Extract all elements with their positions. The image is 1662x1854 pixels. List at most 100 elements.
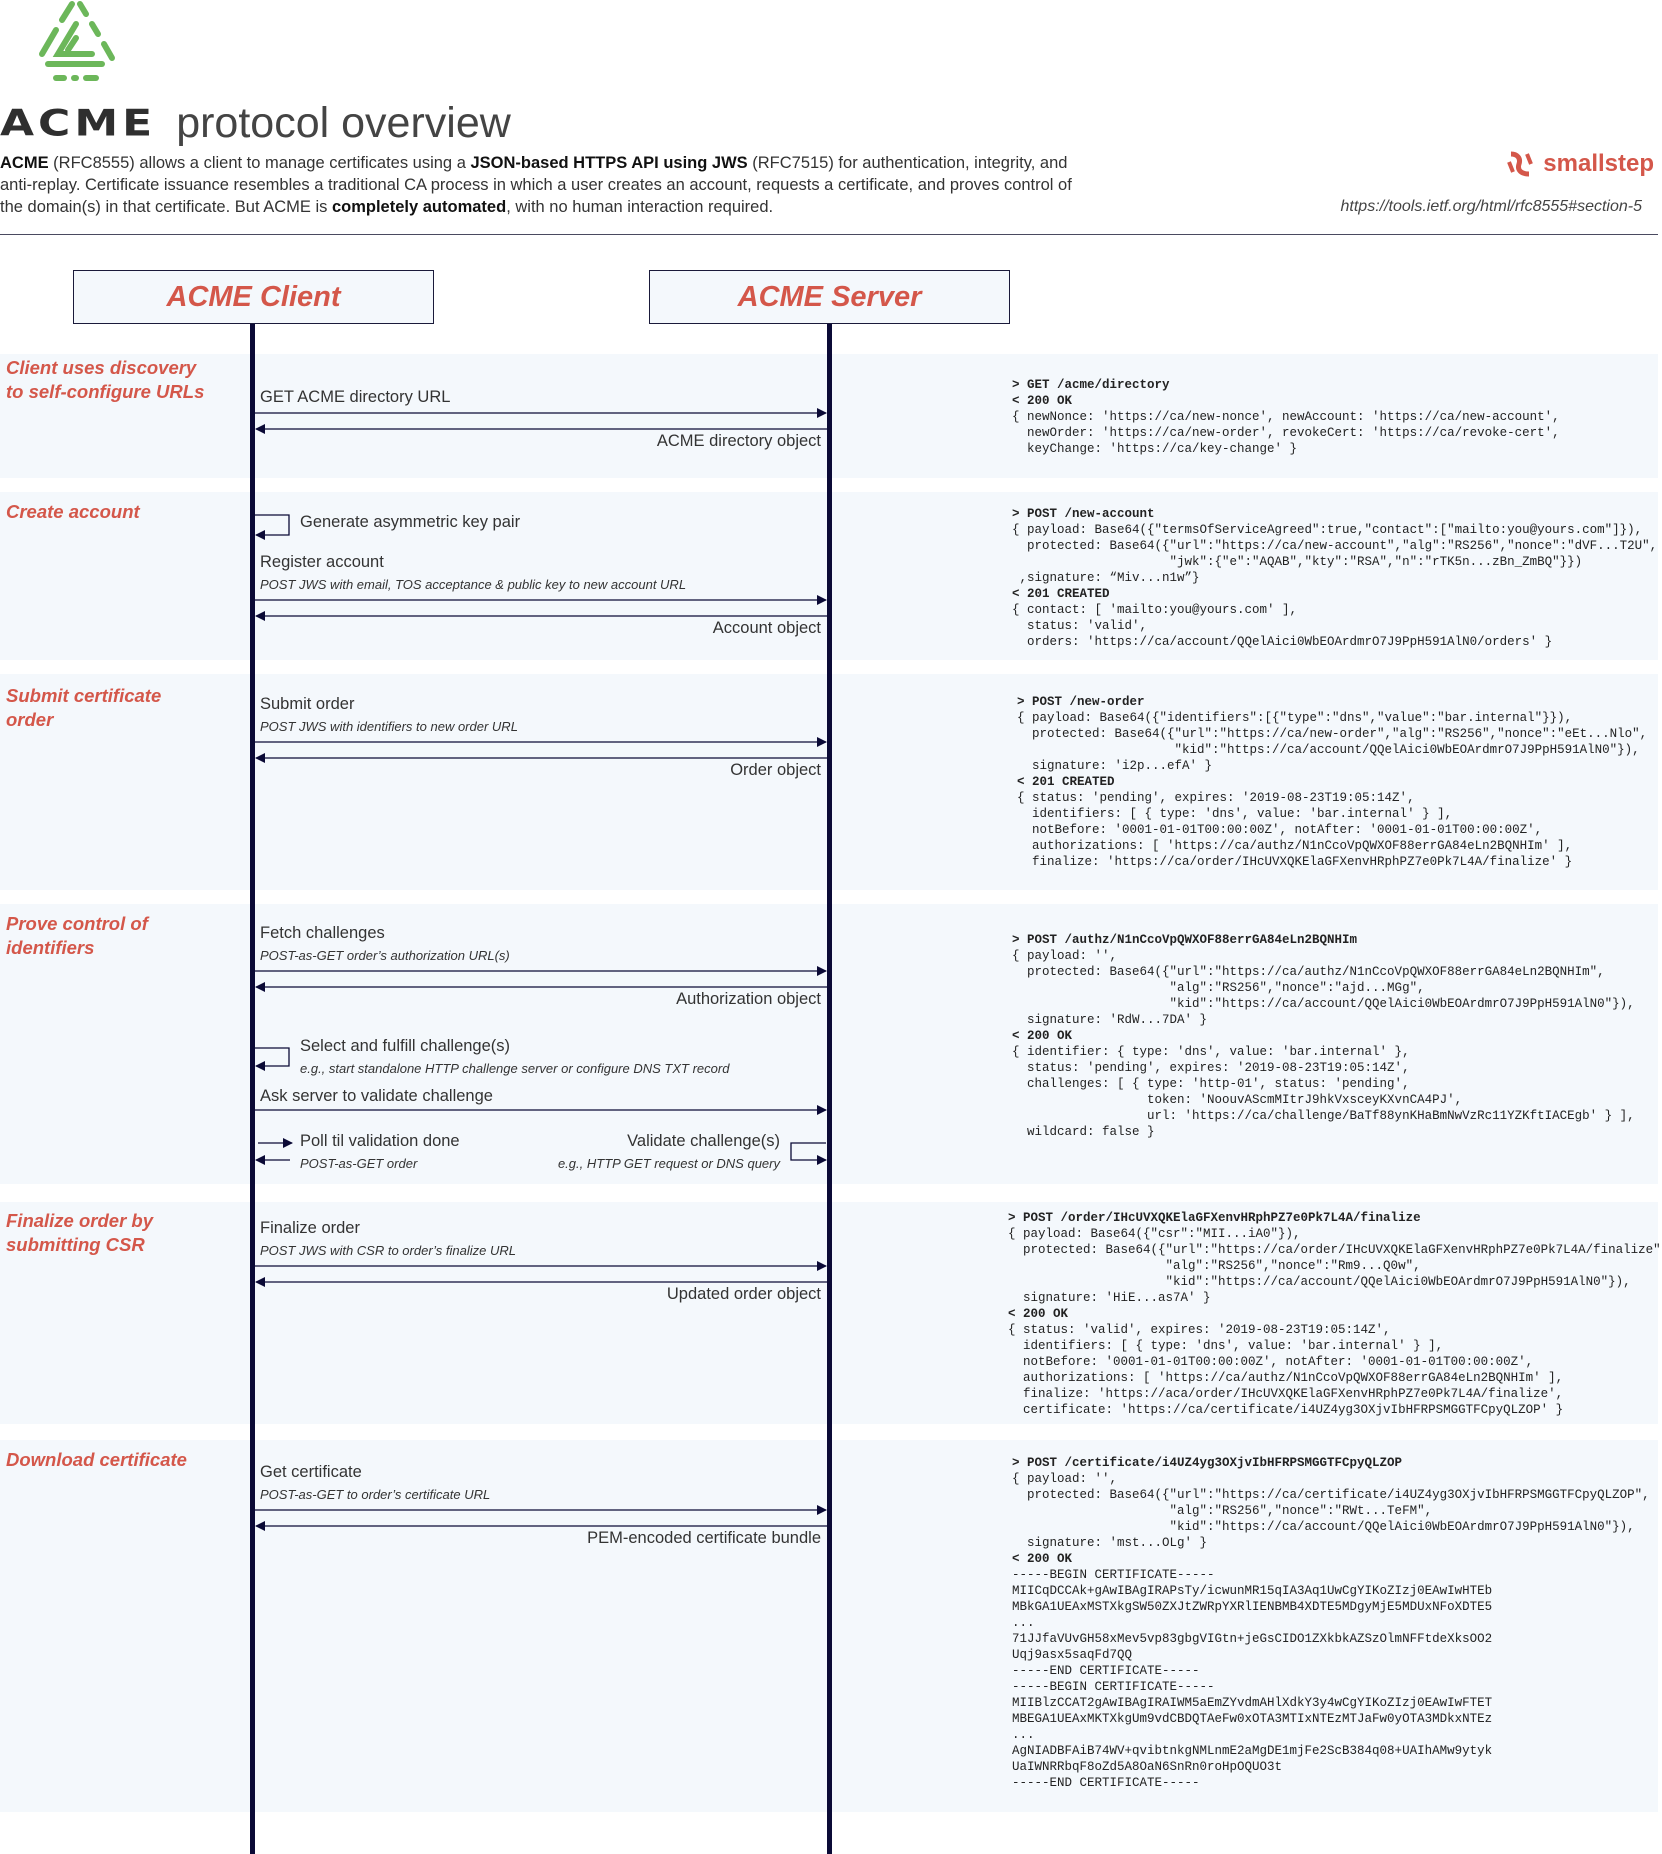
header-divider [0,234,1658,235]
code-line: -----BEGIN CERTIFICATE----- [1012,1568,1215,1582]
code-line: protected: Base64({"url":"https://ca/cer… [1012,1488,1650,1502]
msg-fetch-challenges-detail: POST-as-GET order’s authorization URL(s) [260,948,510,963]
code-line: certificate: 'https://ca/certificate/i4U… [1008,1403,1564,1417]
code-line: finalize: 'https://aca/order/IHcUVXQKEla… [1008,1387,1564,1401]
code-line: url: 'https://ca/challenge/BaTf88ynKHaBm… [1012,1109,1635,1123]
code-line: notBefore: '0001-01-01T00:00:00Z', notAf… [1017,823,1543,837]
msg-fulfill-challenge: Select and fulfill challenge(s) [300,1037,511,1055]
code-line: "kid":"https://ca/account/QQelAici0WbEOA… [1012,997,1635,1011]
code-line: { payload: '', [1012,1472,1118,1486]
code-line: authorizations: [ 'https://ca/authz/N1nC… [1008,1371,1564,1385]
msg-validate-challenges: Validate challenge(s) [627,1132,780,1150]
code-line: "alg":"RS256","nonce":"RWt...TeFM", [1012,1504,1433,1518]
msg-get-certificate: Get certificate [260,1463,362,1481]
code-line: UaIWNRRbqF8oZd5A8OaN6SnRn0roHpOQUO3t [1012,1760,1283,1774]
section-title-finalize: Finalize order by submitting CSR [6,1210,154,1255]
code-block-finalize: > POST /order/IHcUVXQKElaGFXenvHRphPZ7e0… [1008,1210,1662,1418]
title-acme-wordmark: ACME [0,102,157,144]
code-line: MBkGA1UEAxMSTXkgSW50ZXJtZWRpYXRlIENBMB4X… [1012,1600,1493,1614]
code-block-download: > POST /certificate/i4UZ4yg3OXjvIbHFRPSM… [1012,1455,1650,1791]
http-status-line: > POST /new-account [1012,507,1155,521]
msg-poll-validation-detail: POST-as-GET order [300,1156,418,1171]
intro-emphasis: completely automated [331,198,507,216]
msg-get-directory: GET ACME directory URL [260,388,451,406]
smallstep-logo-icon [1507,151,1534,177]
msg-fetch-challenges: Fetch challenges [260,924,385,942]
section-title-submit-order: Submit certificate order [6,685,162,730]
code-line: orders: 'https://ca/account/QQelAici0WbE… [1012,635,1553,649]
code-block-discovery: > GET /acme/directory < 200 OK { newNonce:… [1012,377,1560,457]
http-status-line: < 200 OK [1008,1307,1069,1321]
code-line: signature: 'RdW...7DA' } [1012,1013,1208,1027]
code-line: "kid":"https://ca/account/QQelAici0WbEOA… [1012,1520,1635,1534]
msg-finalize-order: Finalize order [260,1219,360,1237]
code-line: MIIBlzCCAT2gAwIBAgIRAIWM5aEmZYvdmAHlXdkY… [1012,1696,1493,1710]
code-line: protected: Base64({"url":"https://ca/new… [1017,727,1648,741]
code-line: MIICqDCCAk+gAwIBAgIRAPsTy/icwunMR15qIA3A… [1012,1584,1493,1598]
http-status-line: < 201 CREATED [1012,587,1110,601]
msg-validate-challenges-detail: e.g., HTTP GET request or DNS query [557,1156,780,1171]
code-line: AgNIADBFAiB74WV+qvibtnkgNMLnmE2aMgDE1mjF… [1012,1744,1493,1758]
reference-link[interactable]: https://tools.ietf.org/html/rfc8555#sect… [1341,198,1642,216]
intro-text: , with no human interaction required. [506,198,774,216]
section-title-create-account: Create account [6,501,140,522]
code-line: { payload: Base64({"termsOfServiceAgreed… [1012,523,1643,537]
code-line: -----END CERTIFICATE----- [1012,1776,1200,1790]
actor-acme-client: ACME Client [73,270,434,324]
intro-emphasis: ACME [0,154,49,172]
msg-fulfill-challenge-detail: e.g., start standalone HTTP challenge se… [300,1061,730,1076]
code-line: Uqj9asx5saqFd7QQ [1012,1648,1133,1662]
brand-name: smallstep [1543,150,1654,177]
msg-submit-order-detail: POST JWS with identifiers to new order U… [260,719,518,734]
code-line: -----BEGIN CERTIFICATE----- [1012,1680,1215,1694]
code-line: { payload: '', [1012,949,1118,963]
code-line: finalize: 'https://ca/order/IHcUVXQKElaG… [1017,855,1573,869]
acme-logo-icon [39,1,115,81]
actor-acme-server: ACME Server [649,270,1010,324]
msg-generate-key: Generate asymmetric key pair [300,513,521,531]
msg-authorization-object: Authorization object [676,990,821,1008]
section-title-download: Download certificate [6,1449,187,1470]
code-line: "alg":"RS256","nonce":"Rm9...Q0w", [1008,1259,1421,1273]
code-line: "jwk":{"e":"AQAB","kty":"RSA","n":"rTK5n… [1012,555,1583,569]
client-lifeline [250,324,255,1854]
code-line: { contact: [ 'mailto:you@yours.com' ], [1012,603,1298,617]
code-line: challenges: [ { type: 'http-01', status:… [1012,1077,1410,1091]
msg-submit-order: Submit order [260,695,355,713]
msg-account-object: Account object [712,619,821,637]
http-status-line: > POST /new-order [1017,695,1145,709]
code-line: ,signature: “Miv...n1w”} [1012,571,1200,585]
msg-order-object: Order object [730,761,821,779]
http-status-line: < 201 CREATED [1017,775,1115,789]
code-line: MBEGA1UEAxMKTXkgUm9vdCBDQTAeFw0xOTA3MTIx… [1012,1712,1493,1726]
section-title-prove-control: Prove control of identifiers [6,913,148,958]
title-subtitle: protocol overview [176,98,511,147]
msg-certificate-bundle: PEM-encoded certificate bundle [587,1529,821,1547]
msg-updated-order: Updated order object [666,1285,821,1303]
code-line: { newNonce: 'https://ca/new-nonce', newA… [1012,410,1560,424]
code-line: wildcard: false } [1012,1125,1155,1139]
code-line: status: 'valid', [1012,619,1148,633]
code-line: "kid":"https://ca/account/QQelAici0WbEOA… [1017,743,1640,757]
smallstep-brand[interactable]: smallstep [1507,150,1654,178]
code-line: protected: Base64({"url":"https://ca/aut… [1012,965,1605,979]
code-line: status: 'pending', expires: '2019-08-23T… [1012,1061,1410,1075]
code-line: keyChange: 'https://ca/key-change' } [1012,442,1298,456]
msg-poll-validation: Poll til validation done [300,1132,460,1150]
code-line: protected: Base64({"url":"https://ca/ord… [1008,1243,1662,1257]
server-lifeline [827,324,832,1854]
intro-emphasis: JSON-based HTTPS API using JWS [470,154,748,172]
code-line: { status: 'pending', expires: '2019-08-2… [1017,791,1415,805]
code-block-submit-order: > POST /new-order { payload: Base64({"ide… [1017,694,1647,870]
code-line: signature: 'i2p...efA' } [1017,759,1213,773]
code-line: { payload: Base64({"identifiers":[{"type… [1017,711,1573,725]
code-block-prove-control: > POST /authz/N1nCcoVpQWXOF88errGA84eLn2… [1012,932,1635,1140]
code-line: signature: 'HiE...as7A' } [1008,1291,1211,1305]
code-line: protected: Base64({"url":"https://ca/new… [1012,539,1658,553]
http-status-line: < 200 OK [1012,1552,1073,1566]
code-line: ... [1012,1728,1035,1742]
code-line: signature: 'mst...OLg' } [1012,1536,1208,1550]
section-title-discovery: Client uses discovery to self-configure … [6,357,205,402]
code-line: newOrder: 'https://ca/new-order', revoke… [1012,426,1560,440]
code-line: -----END CERTIFICATE----- [1012,1664,1200,1678]
